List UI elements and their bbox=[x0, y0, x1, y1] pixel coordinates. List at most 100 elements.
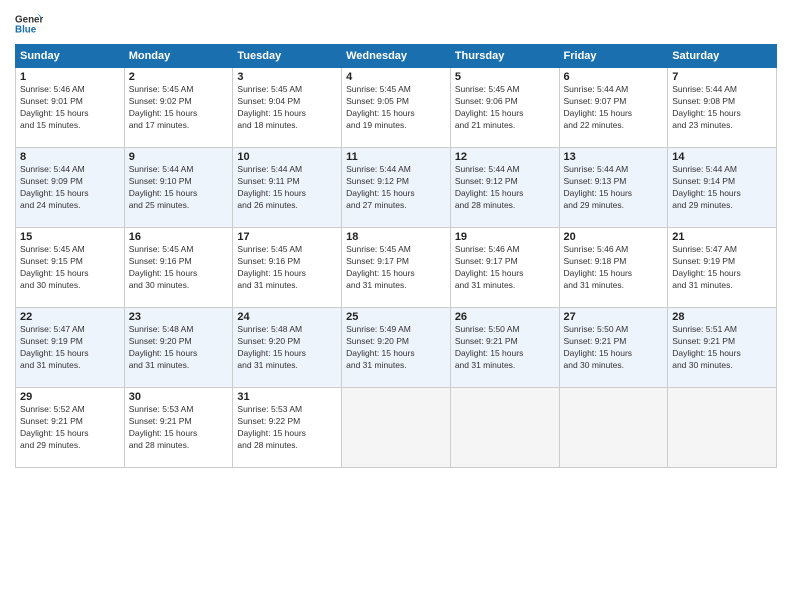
col-header-friday: Friday bbox=[559, 45, 668, 68]
calendar-week-1: 1 Sunrise: 5:46 AM Sunset: 9:01 PM Dayli… bbox=[16, 68, 777, 148]
day-info: Sunrise: 5:45 AM Sunset: 9:02 PM Dayligh… bbox=[129, 84, 229, 132]
day-info: Sunrise: 5:44 AM Sunset: 9:10 PM Dayligh… bbox=[129, 164, 229, 212]
day-number: 25 bbox=[346, 311, 446, 323]
header: General Blue bbox=[15, 10, 777, 38]
calendar-cell: 25 Sunrise: 5:49 AM Sunset: 9:20 PM Dayl… bbox=[342, 308, 451, 388]
calendar-table: SundayMondayTuesdayWednesdayThursdayFrid… bbox=[15, 44, 777, 468]
day-number: 30 bbox=[129, 391, 229, 403]
day-info: Sunrise: 5:45 AM Sunset: 9:17 PM Dayligh… bbox=[346, 244, 446, 292]
day-number: 21 bbox=[672, 231, 772, 243]
calendar-cell: 14 Sunrise: 5:44 AM Sunset: 9:14 PM Dayl… bbox=[668, 148, 777, 228]
day-info: Sunrise: 5:45 AM Sunset: 9:16 PM Dayligh… bbox=[237, 244, 337, 292]
day-number: 29 bbox=[20, 391, 120, 403]
calendar-cell: 29 Sunrise: 5:52 AM Sunset: 9:21 PM Dayl… bbox=[16, 388, 125, 468]
day-info: Sunrise: 5:45 AM Sunset: 9:16 PM Dayligh… bbox=[129, 244, 229, 292]
calendar-header-row: SundayMondayTuesdayWednesdayThursdayFrid… bbox=[16, 45, 777, 68]
day-info: Sunrise: 5:44 AM Sunset: 9:07 PM Dayligh… bbox=[564, 84, 664, 132]
calendar-cell: 30 Sunrise: 5:53 AM Sunset: 9:21 PM Dayl… bbox=[124, 388, 233, 468]
day-number: 1 bbox=[20, 71, 120, 83]
calendar-cell: 18 Sunrise: 5:45 AM Sunset: 9:17 PM Dayl… bbox=[342, 228, 451, 308]
calendar-cell: 22 Sunrise: 5:47 AM Sunset: 9:19 PM Dayl… bbox=[16, 308, 125, 388]
calendar-cell bbox=[342, 388, 451, 468]
col-header-wednesday: Wednesday bbox=[342, 45, 451, 68]
day-info: Sunrise: 5:49 AM Sunset: 9:20 PM Dayligh… bbox=[346, 324, 446, 372]
calendar-cell: 27 Sunrise: 5:50 AM Sunset: 9:21 PM Dayl… bbox=[559, 308, 668, 388]
calendar-cell: 15 Sunrise: 5:45 AM Sunset: 9:15 PM Dayl… bbox=[16, 228, 125, 308]
calendar-cell bbox=[668, 388, 777, 468]
day-number: 22 bbox=[20, 311, 120, 323]
day-number: 26 bbox=[455, 311, 555, 323]
day-number: 15 bbox=[20, 231, 120, 243]
calendar-cell: 21 Sunrise: 5:47 AM Sunset: 9:19 PM Dayl… bbox=[668, 228, 777, 308]
day-info: Sunrise: 5:52 AM Sunset: 9:21 PM Dayligh… bbox=[20, 404, 120, 452]
day-number: 19 bbox=[455, 231, 555, 243]
day-number: 5 bbox=[455, 71, 555, 83]
calendar-cell: 2 Sunrise: 5:45 AM Sunset: 9:02 PM Dayli… bbox=[124, 68, 233, 148]
calendar-cell: 26 Sunrise: 5:50 AM Sunset: 9:21 PM Dayl… bbox=[450, 308, 559, 388]
calendar-cell: 3 Sunrise: 5:45 AM Sunset: 9:04 PM Dayli… bbox=[233, 68, 342, 148]
day-info: Sunrise: 5:44 AM Sunset: 9:14 PM Dayligh… bbox=[672, 164, 772, 212]
day-number: 31 bbox=[237, 391, 337, 403]
day-number: 17 bbox=[237, 231, 337, 243]
day-number: 12 bbox=[455, 151, 555, 163]
day-info: Sunrise: 5:46 AM Sunset: 9:18 PM Dayligh… bbox=[564, 244, 664, 292]
calendar-cell: 31 Sunrise: 5:53 AM Sunset: 9:22 PM Dayl… bbox=[233, 388, 342, 468]
calendar-cell: 24 Sunrise: 5:48 AM Sunset: 9:20 PM Dayl… bbox=[233, 308, 342, 388]
day-number: 6 bbox=[564, 71, 664, 83]
calendar-cell: 10 Sunrise: 5:44 AM Sunset: 9:11 PM Dayl… bbox=[233, 148, 342, 228]
day-number: 9 bbox=[129, 151, 229, 163]
day-number: 28 bbox=[672, 311, 772, 323]
calendar-cell: 17 Sunrise: 5:45 AM Sunset: 9:16 PM Dayl… bbox=[233, 228, 342, 308]
day-info: Sunrise: 5:47 AM Sunset: 9:19 PM Dayligh… bbox=[20, 324, 120, 372]
day-info: Sunrise: 5:53 AM Sunset: 9:21 PM Dayligh… bbox=[129, 404, 229, 452]
calendar-cell: 12 Sunrise: 5:44 AM Sunset: 9:12 PM Dayl… bbox=[450, 148, 559, 228]
day-info: Sunrise: 5:44 AM Sunset: 9:12 PM Dayligh… bbox=[346, 164, 446, 212]
day-info: Sunrise: 5:45 AM Sunset: 9:15 PM Dayligh… bbox=[20, 244, 120, 292]
calendar-cell: 4 Sunrise: 5:45 AM Sunset: 9:05 PM Dayli… bbox=[342, 68, 451, 148]
calendar-cell: 1 Sunrise: 5:46 AM Sunset: 9:01 PM Dayli… bbox=[16, 68, 125, 148]
day-number: 4 bbox=[346, 71, 446, 83]
day-info: Sunrise: 5:46 AM Sunset: 9:17 PM Dayligh… bbox=[455, 244, 555, 292]
day-info: Sunrise: 5:48 AM Sunset: 9:20 PM Dayligh… bbox=[129, 324, 229, 372]
day-number: 10 bbox=[237, 151, 337, 163]
calendar-cell: 20 Sunrise: 5:46 AM Sunset: 9:18 PM Dayl… bbox=[559, 228, 668, 308]
day-info: Sunrise: 5:45 AM Sunset: 9:05 PM Dayligh… bbox=[346, 84, 446, 132]
day-info: Sunrise: 5:44 AM Sunset: 9:09 PM Dayligh… bbox=[20, 164, 120, 212]
logo-icon: General Blue bbox=[15, 10, 43, 38]
day-number: 11 bbox=[346, 151, 446, 163]
day-number: 2 bbox=[129, 71, 229, 83]
calendar-week-2: 8 Sunrise: 5:44 AM Sunset: 9:09 PM Dayli… bbox=[16, 148, 777, 228]
logo: General Blue bbox=[15, 10, 47, 38]
col-header-tuesday: Tuesday bbox=[233, 45, 342, 68]
calendar-cell: 19 Sunrise: 5:46 AM Sunset: 9:17 PM Dayl… bbox=[450, 228, 559, 308]
day-info: Sunrise: 5:50 AM Sunset: 9:21 PM Dayligh… bbox=[455, 324, 555, 372]
col-header-thursday: Thursday bbox=[450, 45, 559, 68]
col-header-monday: Monday bbox=[124, 45, 233, 68]
calendar-cell: 11 Sunrise: 5:44 AM Sunset: 9:12 PM Dayl… bbox=[342, 148, 451, 228]
col-header-saturday: Saturday bbox=[668, 45, 777, 68]
day-info: Sunrise: 5:51 AM Sunset: 9:21 PM Dayligh… bbox=[672, 324, 772, 372]
day-number: 7 bbox=[672, 71, 772, 83]
calendar-week-3: 15 Sunrise: 5:45 AM Sunset: 9:15 PM Dayl… bbox=[16, 228, 777, 308]
calendar-cell: 13 Sunrise: 5:44 AM Sunset: 9:13 PM Dayl… bbox=[559, 148, 668, 228]
day-info: Sunrise: 5:45 AM Sunset: 9:04 PM Dayligh… bbox=[237, 84, 337, 132]
day-info: Sunrise: 5:50 AM Sunset: 9:21 PM Dayligh… bbox=[564, 324, 664, 372]
calendar-cell bbox=[559, 388, 668, 468]
day-info: Sunrise: 5:44 AM Sunset: 9:08 PM Dayligh… bbox=[672, 84, 772, 132]
day-info: Sunrise: 5:44 AM Sunset: 9:12 PM Dayligh… bbox=[455, 164, 555, 212]
day-number: 8 bbox=[20, 151, 120, 163]
day-info: Sunrise: 5:45 AM Sunset: 9:06 PM Dayligh… bbox=[455, 84, 555, 132]
day-number: 3 bbox=[237, 71, 337, 83]
calendar-cell: 9 Sunrise: 5:44 AM Sunset: 9:10 PM Dayli… bbox=[124, 148, 233, 228]
day-info: Sunrise: 5:46 AM Sunset: 9:01 PM Dayligh… bbox=[20, 84, 120, 132]
calendar-week-4: 22 Sunrise: 5:47 AM Sunset: 9:19 PM Dayl… bbox=[16, 308, 777, 388]
page: General Blue SundayMondayTuesdayWednesda… bbox=[0, 0, 792, 612]
day-number: 20 bbox=[564, 231, 664, 243]
day-number: 23 bbox=[129, 311, 229, 323]
day-number: 13 bbox=[564, 151, 664, 163]
day-number: 18 bbox=[346, 231, 446, 243]
calendar-cell: 16 Sunrise: 5:45 AM Sunset: 9:16 PM Dayl… bbox=[124, 228, 233, 308]
col-header-sunday: Sunday bbox=[16, 45, 125, 68]
day-number: 14 bbox=[672, 151, 772, 163]
calendar-week-5: 29 Sunrise: 5:52 AM Sunset: 9:21 PM Dayl… bbox=[16, 388, 777, 468]
